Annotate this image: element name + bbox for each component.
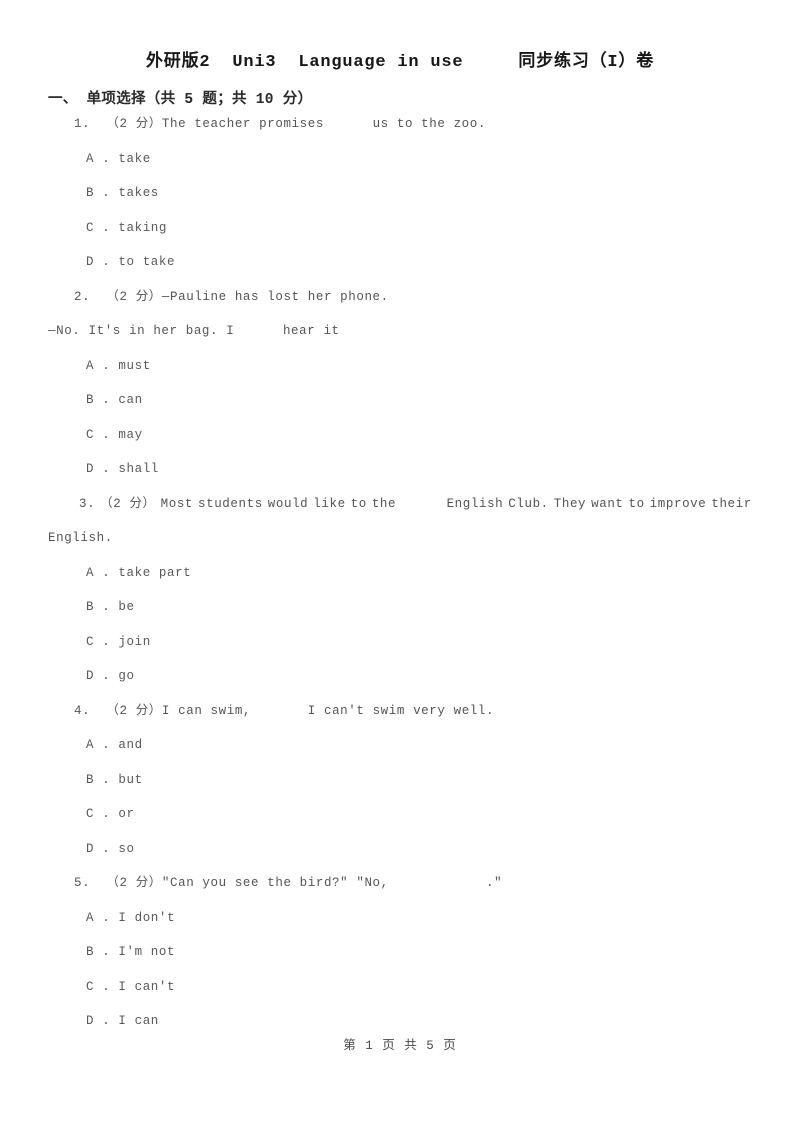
stem-word: English [446, 496, 504, 511]
stem-word: would [267, 496, 309, 511]
question-number: 4. [74, 703, 91, 718]
question-points: （2 分） [106, 289, 162, 304]
question-number: 3. [78, 496, 96, 511]
page-title: 外研版2 Uni3 Language in use 同步练习（I）卷 [145, 53, 655, 72]
question-points: （2 分） [106, 117, 162, 131]
question-stem: 1. （2 分）The teacher promises us to the z… [48, 118, 752, 153]
option-item[interactable]: C . I can't [48, 980, 752, 1016]
answer-blank [324, 118, 373, 131]
option-item[interactable]: B . but [48, 773, 752, 809]
option-item[interactable]: C . taking [48, 221, 752, 257]
stem-word: to [350, 496, 367, 511]
option-item[interactable]: C . may [48, 428, 752, 464]
question-text: —No. It's in her bag. I [48, 324, 235, 338]
option-item[interactable]: C . or [48, 808, 752, 843]
answer-blank [401, 498, 442, 533]
option-item[interactable]: D . go [48, 670, 752, 705]
stem-word: improve [649, 496, 707, 511]
stem-word: Club. [508, 496, 549, 511]
question-text-tail: us to the zoo. [372, 117, 486, 131]
stem-word: the [371, 496, 397, 511]
stem-word: like [313, 496, 346, 511]
question-points: （2 分） [100, 496, 156, 511]
question-list: 1. （2 分）The teacher promises us to the z… [48, 118, 752, 1050]
answer-blank [389, 877, 486, 890]
option-item[interactable]: A . I don't [48, 911, 752, 947]
option-item[interactable]: D . to take [48, 256, 752, 291]
question-text: The teacher promises [161, 117, 324, 131]
option-item[interactable]: A . take part [48, 566, 752, 602]
option-item[interactable]: B . be [48, 601, 752, 636]
answer-blank [234, 325, 283, 338]
question-number: 1. [74, 117, 91, 131]
stem-word: their [711, 496, 752, 511]
stem-word: They [553, 496, 587, 511]
option-item[interactable]: D . so [48, 842, 752, 878]
question-number: 2. [74, 289, 91, 304]
question-stem: 2. （2 分）—Pauline has lost her phone. [48, 289, 752, 326]
answer-blank [251, 705, 308, 718]
option-item[interactable]: A . and [48, 739, 752, 774]
stem-word: students [198, 496, 263, 511]
question-text-tail: I can't swim very well. [307, 703, 495, 718]
question-points: （2 分） [106, 703, 162, 718]
question-number: 5. [74, 876, 91, 890]
stem-indent [48, 498, 74, 533]
question-stem: 4. （2 分）I can swim, I can't swim very we… [48, 703, 752, 740]
stem-word: want [591, 496, 624, 511]
page-footer: 第 1 页 共 5 页 [343, 1039, 457, 1053]
question-stem: 3. （2 分） Most students would like to the… [48, 496, 752, 567]
question-stem-line2: —No. It's in her bag. I hear it [48, 325, 752, 360]
option-item[interactable]: B . can [48, 394, 752, 429]
option-item[interactable]: A . must [48, 359, 752, 395]
document-page: 外研版2 Uni3 Language in use 同步练习（I）卷 一、 单项… [0, 0, 800, 1132]
option-item[interactable]: C . join [48, 635, 752, 671]
option-item[interactable]: B . takes [48, 187, 752, 222]
option-item[interactable]: A . take [48, 152, 752, 188]
section-heading: 一、 单项选择（共 5 题；共 10 分） [48, 92, 313, 108]
question-stem-line2: English. [48, 531, 113, 545]
question-text-tail: hear it [282, 324, 340, 338]
stem-word: to [628, 496, 645, 511]
question-stem: 5. （2 分）"Can you see the bird?" "No, ." [48, 877, 752, 912]
question-text: I can swim, [161, 703, 252, 718]
option-item[interactable]: D . shall [48, 463, 752, 498]
stem-word: Most [160, 496, 194, 511]
question-text-tail: ." [485, 876, 503, 890]
question-points: （2 分） [106, 876, 162, 890]
question-text: "Can you see the bird?" "No, [161, 876, 389, 890]
option-item[interactable]: B . I'm not [48, 946, 752, 981]
question-text: —Pauline has lost her phone. [161, 289, 389, 304]
question-stem-line1: 3. （2 分） Most students would like to the… [48, 496, 752, 533]
